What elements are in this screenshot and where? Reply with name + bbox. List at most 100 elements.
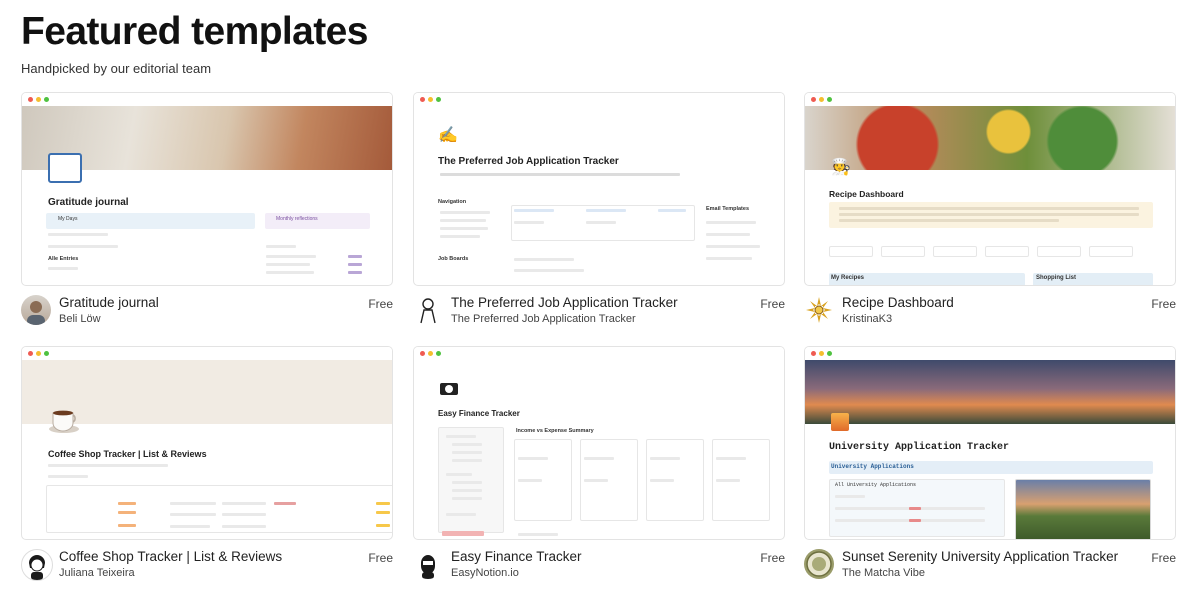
preview-line [716, 457, 746, 460]
template-preview[interactable]: Coffee Shop Tracker | List & Reviews [21, 346, 393, 540]
preview-line [584, 479, 608, 482]
window-dots [414, 93, 784, 106]
preview-line [48, 475, 88, 478]
preview-title: Coffee Shop Tracker | List & Reviews [48, 449, 207, 459]
preview-line [452, 481, 482, 484]
coffee-cup-icon [48, 405, 80, 435]
preview-line [48, 245, 118, 248]
badge-logo-icon [804, 549, 834, 579]
template-preview[interactable]: Easy Finance Tracker Income vs Expense S… [413, 346, 785, 540]
preview-line [266, 245, 296, 248]
sunset-icon [831, 413, 849, 431]
template-author[interactable]: The Preferred Job Application Tracker [451, 313, 636, 325]
preview-label: Alle Entries [48, 256, 79, 262]
preview-label: Monthly reflections [276, 216, 318, 222]
template-author[interactable]: EasyNotion.io [451, 567, 519, 579]
preview-chip [881, 246, 925, 257]
preview-label: My Days [58, 216, 78, 222]
preview-photo [1015, 479, 1151, 539]
template-title[interactable]: Sunset Serenity University Application T… [842, 549, 1118, 564]
preview-tag [274, 502, 296, 505]
preview-tag [586, 209, 626, 212]
preview-line [452, 489, 482, 492]
preview-line [170, 513, 216, 516]
preview-tag [442, 531, 484, 536]
preview-tag [348, 263, 362, 266]
template-title[interactable]: Easy Finance Tracker [451, 549, 582, 564]
preview-chip [1037, 246, 1081, 257]
preview-line [586, 221, 616, 224]
preview-title: Gratitude journal [48, 197, 129, 208]
preview-line [716, 479, 740, 482]
preview-table [46, 485, 392, 533]
template-price: Free [1151, 297, 1176, 311]
preview-tag [376, 524, 390, 527]
template-card-easy-finance-tracker[interactable]: Easy Finance Tracker Income vs Expense S… [413, 346, 785, 579]
template-meta: Sunset Serenity University Application T… [804, 549, 1176, 581]
template-preview[interactable]: University Application Tracker Universit… [804, 346, 1176, 540]
preview-line [266, 263, 310, 266]
preview-line [222, 525, 266, 528]
preview-line [835, 495, 865, 498]
preview-label: Shopping List [1036, 275, 1076, 281]
window-dots [805, 93, 1175, 106]
template-card-coffee-shop-tracker[interactable]: Coffee Shop Tracker | List & Reviews Cof… [21, 346, 393, 581]
writing-hand-icon: ✍ [438, 127, 458, 144]
template-meta: Gratitude journal Beli Löw Free [21, 295, 393, 327]
page-title: Featured templates [21, 10, 368, 53]
preview-line [452, 443, 482, 446]
chef-icon: 🧑‍🍳 [831, 159, 851, 176]
preview-line [706, 257, 752, 260]
person-cartoon-icon [21, 549, 53, 581]
cover-image [805, 106, 1175, 170]
preview-label: University Applications [831, 463, 914, 470]
preview-line [440, 211, 490, 214]
template-preview[interactable]: ✍ The Preferred Job Application Tracker … [413, 92, 785, 286]
preview-tag [376, 511, 390, 514]
template-card-university-application-tracker[interactable]: University Application Tracker Universit… [804, 346, 1176, 579]
template-author[interactable]: Beli Löw [59, 313, 101, 325]
template-preview[interactable]: 🧑‍🍳 Recipe Dashboard My Recipes Shopping… [804, 92, 1176, 286]
preview-line [440, 219, 486, 222]
preview-tag [118, 511, 136, 514]
preview-line [266, 271, 314, 274]
template-author[interactable]: KristinaK3 [842, 313, 892, 325]
preview-line [446, 513, 476, 516]
template-author[interactable]: The Matcha Vibe [842, 567, 925, 579]
preview-line [170, 525, 210, 528]
preview-title: Easy Finance Tracker [438, 409, 520, 418]
preview-line [514, 221, 544, 224]
preview-tag [909, 519, 921, 522]
preview-line [514, 258, 574, 261]
preview-quote [440, 173, 680, 176]
template-title[interactable]: Coffee Shop Tracker | List & Reviews [59, 549, 282, 564]
template-preview[interactable]: Gratitude journal My Days Monthly reflec… [21, 92, 393, 286]
preview-line [452, 497, 482, 500]
template-meta: Coffee Shop Tracker | List & Reviews Jul… [21, 549, 393, 581]
preview-label: Email Templates [706, 206, 749, 212]
window-dots [22, 93, 392, 106]
preview-line [440, 235, 480, 238]
preview-line [440, 227, 488, 230]
template-author[interactable]: Juliana Teixeira [59, 567, 135, 579]
preview-chip [985, 246, 1029, 257]
preview-line [452, 459, 482, 462]
template-meta: Easy Finance Tracker EasyNotion.io Free [413, 549, 785, 581]
preview-line [170, 502, 216, 505]
preview-line [706, 221, 756, 224]
preview-line [514, 269, 584, 272]
template-card-recipe-dashboard[interactable]: 🧑‍🍳 Recipe Dashboard My Recipes Shopping… [804, 92, 1176, 325]
template-title[interactable]: Gratitude journal [59, 295, 159, 310]
preview-tag [118, 502, 136, 505]
preview-chip [829, 246, 873, 257]
template-price: Free [368, 551, 393, 565]
preview-line [839, 207, 1139, 210]
preview-tag [118, 524, 136, 527]
template-title[interactable]: The Preferred Job Application Tracker [451, 295, 678, 310]
template-card-gratitude-journal[interactable]: Gratitude journal My Days Monthly reflec… [21, 92, 393, 325]
preview-label: Job Boards [438, 256, 469, 262]
template-title[interactable]: Recipe Dashboard [842, 295, 954, 310]
preview-label: Income vs Expense Summary [516, 428, 594, 434]
window-dots [805, 347, 1175, 360]
template-card-job-application-tracker[interactable]: ✍ The Preferred Job Application Tracker … [413, 92, 785, 325]
